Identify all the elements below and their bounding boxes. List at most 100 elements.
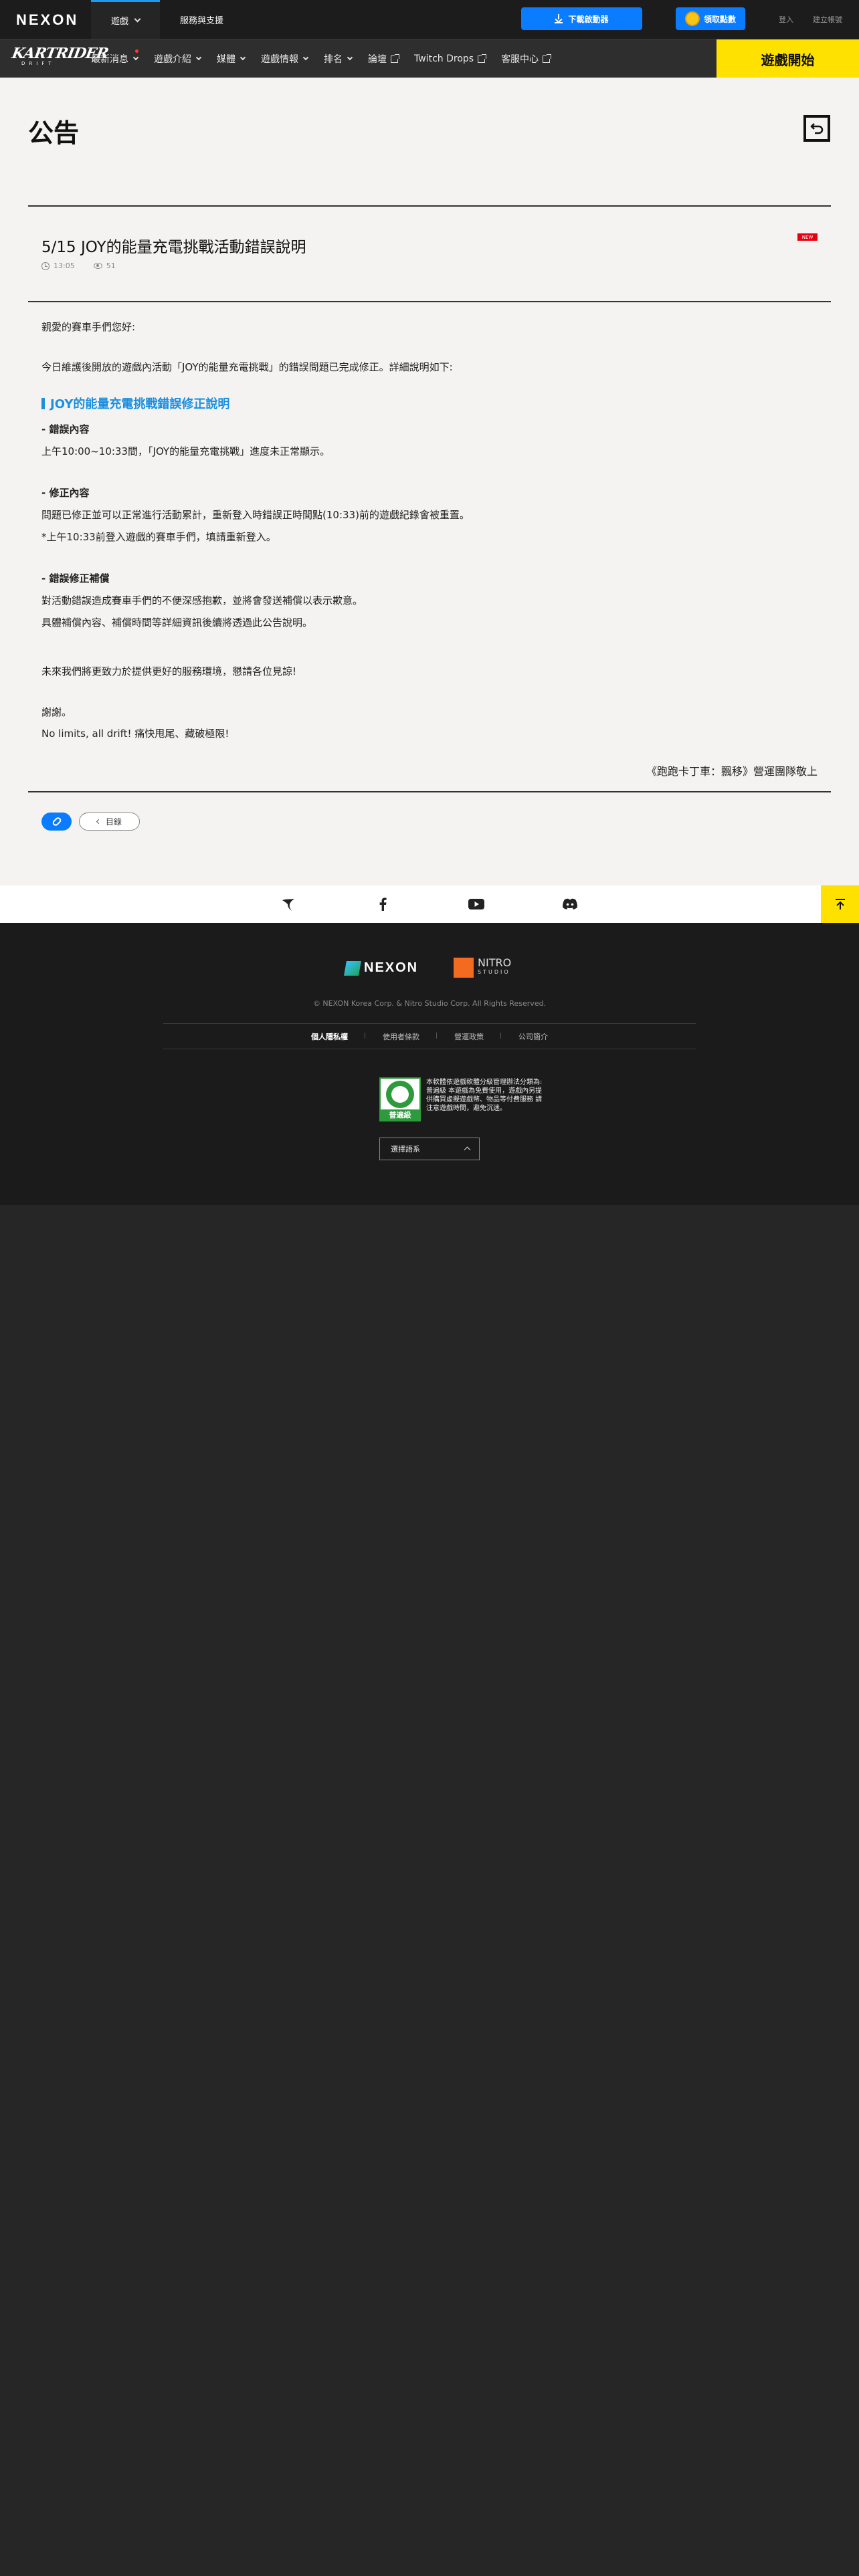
facebook-glyph [379,897,387,911]
nexon-logo[interactable]: NEXON [16,11,78,29]
article-time: 13:05 [54,261,75,270]
coin-icon [684,11,700,26]
divider [28,205,831,207]
nav-item-label: 最新消息 [91,54,128,65]
kartrider-logo[interactable]: KARTRIDER DRIFT [10,45,110,73]
nav-item-customer-service[interactable]: 客服中心 [501,52,552,66]
top-menu-support-label: 服務與支援 [180,15,224,26]
section-heading-text: JOY的能量充電挑戰錯誤修正說明 [50,397,230,411]
compensation-text-2: 具體補償內容、補償時間等詳細資訊後續將透過此公告說明。 [41,617,313,629]
fix-title: - 修正內容 [41,487,90,499]
nav-item-game-intro[interactable]: 遊戲介紹 [154,52,202,66]
nav-item-media[interactable]: 媒體 [217,52,246,66]
footer-nexon-text: NEXON [364,960,419,975]
back-button[interactable] [803,115,830,142]
footer-link-policy[interactable]: 營運政策 [437,1031,501,1042]
compensation-text-1: 對活動錯誤造成賽車手們的不便深感抱歉，並將會發送補償以表示歉意。 [41,595,363,607]
kartrider-social-icon[interactable] [281,896,297,912]
nav-item-game-info[interactable]: 遊戲情報 [261,52,309,66]
chevron-up-icon [464,1146,471,1154]
nitro-sub: STUDIO [478,969,510,975]
nav-item-label: 客服中心 [501,54,539,65]
link-icon [51,816,62,827]
claim-points-button[interactable]: 領取點數 [676,7,745,30]
footer-links: 個人隱私權 使用者條款 營運政策 公司簡介 [0,1031,859,1042]
language-select[interactable]: 選擇語系 [379,1138,480,1160]
top-menu: 遊戲 服務與支援 [91,0,244,39]
page-title: 公告 [28,118,80,148]
nav-item-label: Twitch Drops [414,53,474,64]
signature: 《跑跑卡丁車：飄移》營運團隊敬上 [646,765,818,778]
nav-item-twitch-drops[interactable]: Twitch Drops [414,53,487,64]
slogan-text: No limits, all drift! 痛快甩尾、藏破極限! [41,728,229,740]
top-menu-support[interactable]: 服務與支援 [160,0,244,39]
footer-link-label: 公司簡介 [518,1033,548,1041]
chevron-down-icon [347,54,353,61]
article-greeting: 親愛的賽車手們您好: [41,321,136,333]
footer-link-company[interactable]: 公司簡介 [501,1031,565,1042]
page-background [0,1205,859,2576]
footer: NEXON NITRO STUDIO © NEXON Korea Corp. &… [0,923,859,1205]
chevron-left-icon [96,819,102,825]
footer-link-terms[interactable]: 使用者條款 [365,1031,437,1042]
nitro-mark-icon [454,958,474,978]
footer-divider [163,1023,696,1024]
article-title: 5/15 JOY的能量充電挑戰活動錯誤說明 [41,239,306,256]
download-launcher-button[interactable]: 下載啟動器 [521,7,642,30]
footer-link-privacy[interactable]: 個人隱私權 [294,1031,365,1042]
game-nav: KARTRIDER DRIFT 最新消息 遊戲介紹 媒體 遊戲情報 排名 論壇 [0,39,859,78]
chevron-down-icon [134,15,141,23]
game-nav-items: 最新消息 遊戲介紹 媒體 遊戲情報 排名 論壇 Twitch Drops 客服中… [91,39,566,78]
scroll-to-top-button[interactable] [821,885,859,923]
footer-link-label: 使用者條款 [383,1033,419,1041]
footer-nitro-logo[interactable]: NITRO STUDIO [454,958,511,978]
nav-item-label: 媒體 [217,54,235,65]
thanks-text: 謝謝。 [41,706,72,718]
social-bar [0,885,859,923]
discord-glyph [563,898,577,909]
back-arrow-icon [810,123,824,134]
language-label: 選擇語系 [391,1145,420,1154]
heading-marker [41,397,45,409]
login-link[interactable]: 登入 [779,14,793,25]
fix-text-2: *上午10:33前登入遊戲的賽車手們，填請重新登入。 [41,531,276,543]
age-rating-badge: 普遍級 [379,1077,421,1121]
new-badge: NEW [797,233,818,241]
footer-link-label: 營運政策 [454,1033,484,1041]
main-content: 公告 5/15 JOY的能量充電挑戰活動錯誤說明 NEW 13:05 51 親愛… [0,78,859,885]
external-link-icon [543,53,552,63]
nav-item-label: 遊戲介紹 [154,54,191,65]
fix-text-1: 問題已修正並可以正常進行活動累計，重新登入時錯誤正時間點(10:33)前的遊戲紀… [41,509,470,521]
nav-item-ranking[interactable]: 排名 [324,52,353,66]
eye-icon [93,263,102,269]
nav-item-forum[interactable]: 論壇 [368,52,399,66]
error-title: - 錯誤內容 [41,423,90,435]
youtube-glyph [468,899,484,909]
article-views: 51 [106,261,116,270]
discord-icon[interactable] [562,896,578,912]
copy-link-button[interactable] [41,813,72,831]
footer-nexon-logo[interactable]: NEXON [344,960,419,976]
closing-text: 未來我們將更致力於提供更好的服務環境，懇請各位見諒! [41,665,297,677]
nav-item-news[interactable]: 最新消息 [91,49,139,66]
facebook-icon[interactable] [375,896,391,912]
game-start-button[interactable]: 遊戲開始 [717,39,859,78]
article-meta: 13:05 51 [41,261,116,270]
bird-icon [282,899,294,911]
signup-link[interactable]: 建立帳號 [813,14,842,25]
points-label: 領取點數 [703,14,736,24]
list-button[interactable]: 目錄 [79,813,140,831]
top-bar: NEXON 遊戲 服務與支援 下載啟動器 領取點數 登入 建立帳號 [0,0,859,39]
chevron-down-icon [132,54,139,61]
footer-nitro-text: NITRO STUDIO [478,958,511,977]
nexon-mark-icon [344,960,361,976]
error-text: 上午10:00~10:33間，「JOY的能量充電挑戰」進度未正常顯示。 [41,445,330,457]
list-button-label: 目錄 [105,817,122,827]
youtube-icon[interactable] [468,896,484,912]
top-menu-games[interactable]: 遊戲 [91,0,161,39]
footer-link-label: 個人隱私權 [311,1033,348,1041]
kartrider-logo-word: KARTRIDER [10,45,110,62]
new-dot-icon [135,49,138,53]
nav-item-label: 遊戲情報 [261,54,298,65]
chevron-down-icon [240,54,246,61]
